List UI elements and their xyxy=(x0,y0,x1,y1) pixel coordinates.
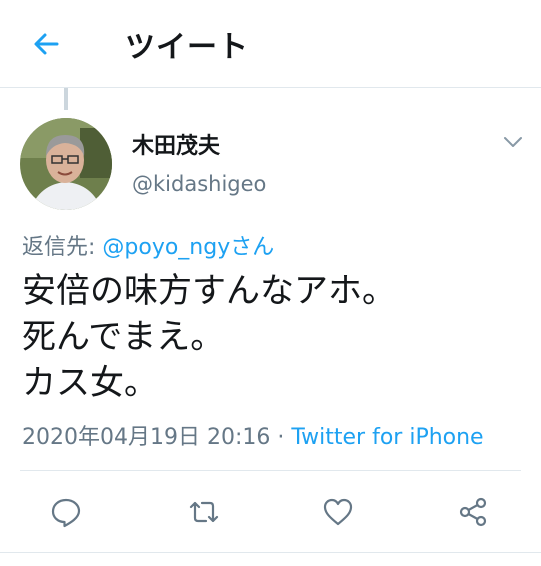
tweet-meta: 2020年04月19日 20:16 · Twitter for iPhone xyxy=(22,419,484,451)
tweet-text-line: 死んでまえ。 xyxy=(22,317,225,357)
arrow-left-icon xyxy=(34,33,59,55)
author-name[interactable]: 木田茂夫 xyxy=(132,128,220,160)
avatar[interactable] xyxy=(20,118,112,210)
tweet-timestamp: 2020年04月19日 20:16 xyxy=(22,425,271,450)
heart-icon xyxy=(323,498,353,526)
thread-connector-line xyxy=(64,88,68,110)
reply-mention-link[interactable]: @poyo_ngyさん xyxy=(102,235,274,260)
tweet-menu-button[interactable] xyxy=(500,132,526,152)
divider xyxy=(0,552,541,553)
tweet-text-line: カス女。 xyxy=(22,363,158,403)
divider xyxy=(20,470,521,471)
tweet-text: 安倍の味方すんなアホ。 死んでまえ。 カス女。 xyxy=(22,268,522,406)
tweet-text-line: 安倍の味方すんなアホ。 xyxy=(22,271,396,311)
reply-prefix: 返信先: xyxy=(22,235,103,260)
meta-separator: · xyxy=(270,425,292,450)
like-button[interactable] xyxy=(318,492,358,532)
header-bar: ツイート xyxy=(0,0,541,88)
avatar-image xyxy=(20,118,112,210)
reply-icon xyxy=(51,498,81,528)
share-icon xyxy=(459,497,487,527)
back-button[interactable] xyxy=(26,24,66,64)
author-handle[interactable]: @kidashigeo xyxy=(132,172,266,196)
tweet-source-link[interactable]: Twitter for iPhone xyxy=(291,425,483,450)
chevron-down-icon xyxy=(504,137,522,147)
reply-context: 返信先: @poyo_ngyさん xyxy=(22,229,274,261)
retweet-button[interactable] xyxy=(184,492,224,532)
reply-button[interactable] xyxy=(46,492,86,532)
share-button[interactable] xyxy=(453,492,493,532)
page-title: ツイート xyxy=(125,30,249,65)
retweet-icon xyxy=(189,501,219,523)
